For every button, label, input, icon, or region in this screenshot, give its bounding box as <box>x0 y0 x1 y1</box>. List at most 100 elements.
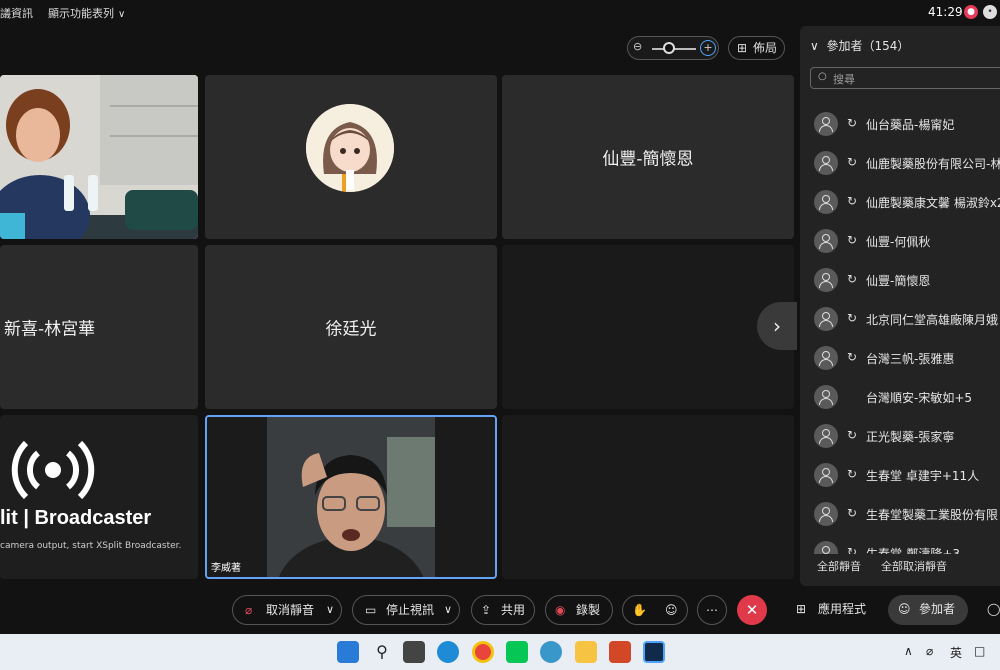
participant-row[interactable]: 台灣順安-宋敏如+5 <box>800 379 1000 417</box>
unmute-all-button[interactable]: 全部取消靜音 <box>881 558 947 574</box>
next-page-button[interactable]: › <box>757 302 797 350</box>
participant-name: 生春堂-鄭濤隆+3 <box>866 547 961 554</box>
video-tile-participant-name-only[interactable]: 徐廷光 <box>205 245 497 409</box>
lock-icon[interactable]: • <box>983 5 997 19</box>
zoom-out-icon[interactable]: ⊖ <box>633 40 647 54</box>
participant-row[interactable]: ↻ 仙鹿製藥康文馨 楊淑鈴x2 <box>800 184 1000 222</box>
participant-avatar-icon <box>814 424 838 448</box>
chevron-down-icon[interactable]: ∨ <box>444 596 452 624</box>
menu-show-menubar[interactable]: 顯示功能表列 ∨ <box>48 5 125 21</box>
zoom-knob[interactable] <box>663 42 675 54</box>
input-method-indicator[interactable]: 英 <box>950 644 962 661</box>
chat-button[interactable]: ◯ <box>985 595 1000 625</box>
participant-avatar-icon <box>814 151 838 175</box>
video-feed-image <box>207 417 495 577</box>
chrome-browser-icon[interactable] <box>472 641 494 663</box>
stop-video-label: 停止視訊 <box>386 603 435 617</box>
network-app-icon[interactable] <box>540 641 562 663</box>
participants-button[interactable]: ☺ 參加者 <box>888 595 968 625</box>
participant-avatar-icon <box>814 541 838 554</box>
broadcaster-subtitle: camera output, start XSplit Broadcaster. <box>0 541 182 551</box>
stop-video-button[interactable]: ▭ 停止視訊 ∨ <box>352 595 460 625</box>
more-options-button[interactable]: ⋯ <box>697 595 727 625</box>
chevron-up-icon[interactable]: ∧ <box>904 644 913 658</box>
close-icon: ✕ <box>745 601 759 619</box>
video-tile-avatar-participant[interactable] <box>205 75 497 239</box>
connection-icon: ↻ <box>847 350 858 364</box>
search-icon: ○ <box>818 71 827 82</box>
connection-icon: ↻ <box>847 155 858 169</box>
task-view-icon[interactable] <box>403 641 425 663</box>
participant-name: 生春堂 卓建宇+11人 <box>866 469 980 483</box>
participant-avatar-icon <box>814 268 838 292</box>
layout-button[interactable]: ⊞ 佈局 <box>728 36 785 60</box>
participant-avatar-icon <box>814 112 838 136</box>
avatar <box>306 104 394 192</box>
record-label: 錄製 <box>576 603 601 617</box>
windows-taskbar: ⚲ ∧ ⌀ 英 □ <box>0 634 1000 670</box>
chevron-right-icon: › <box>773 314 781 338</box>
apps-label: 應用程式 <box>818 602 867 616</box>
search-icon[interactable]: ⚲ <box>371 641 393 663</box>
participant-avatar-icon <box>814 502 838 526</box>
participant-row[interactable]: ↻ 台灣三帆-張雅惠 <box>800 340 1000 378</box>
participant-row[interactable]: ↻ 北京同仁堂高雄廠陳月娥 <box>800 301 1000 339</box>
connection-icon: ↻ <box>847 467 858 481</box>
more-icon: ⋯ <box>706 603 718 617</box>
start-menu-icon[interactable] <box>337 641 359 663</box>
chevron-down-icon: ∨ <box>118 9 126 20</box>
end-call-button[interactable]: ✕ <box>737 595 767 625</box>
mute-all-button[interactable]: 全部靜音 <box>817 558 861 574</box>
reactions-button[interactable]: ✋ ☺ <box>622 595 688 625</box>
participant-avatar-icon <box>814 385 838 409</box>
participant-row[interactable]: ↻ 仙台藥品-楊甯妃 <box>800 106 1000 144</box>
connection-icon: ↻ <box>847 116 858 130</box>
person-icon: ☺ <box>898 602 911 616</box>
menu-meeting-info[interactable]: 議資訊 <box>0 5 33 21</box>
video-tile-participant-name-only[interactable]: 仙豐-簡懷恩 <box>502 75 794 239</box>
video-tile-camera-woman[interactable] <box>0 75 198 239</box>
chevron-down-icon: ∨ <box>810 39 819 53</box>
zoom-in-icon[interactable]: + <box>700 40 716 56</box>
participants-header[interactable]: ∨ 參加者（154） <box>810 37 909 54</box>
share-button[interactable]: ⇪ 共用 <box>471 595 535 625</box>
line-app-icon[interactable] <box>506 641 528 663</box>
participant-row[interactable]: ↻ 生春堂製藥工業股份有限 <box>800 496 1000 534</box>
chevron-down-icon[interactable]: ∨ <box>326 596 334 624</box>
participant-row[interactable]: ↻ 仙豐-何佩秋 <box>800 223 1000 261</box>
meeting-timer: 41:29 <box>928 5 963 19</box>
participant-avatar-icon <box>814 229 838 253</box>
microphone-muted-icon[interactable]: ⌀ <box>926 644 933 658</box>
participant-row[interactable]: ↻ 生春堂 卓建宇+11人 <box>800 457 1000 495</box>
video-tile-participant-name-only[interactable]: 新喜-林宮華 <box>0 245 198 409</box>
connection-icon: ↻ <box>847 428 858 442</box>
webex-app-icon[interactable] <box>643 641 665 663</box>
video-tile-xsplit-broadcaster[interactable]: lit | Broadcaster camera output, start X… <box>0 415 198 579</box>
top-bar: 議資訊 顯示功能表列 ∨ 41:29 ● • <box>0 0 1000 26</box>
broadcaster-title: lit | Broadcaster <box>0 507 152 529</box>
powerpoint-icon[interactable] <box>609 641 631 663</box>
zoom-slider[interactable]: ⊖ + <box>627 36 719 60</box>
participant-name: 正光製藥-張家寧 <box>866 430 955 444</box>
unmute-button[interactable]: ⌀ 取消靜音 ∨ <box>232 595 342 625</box>
network-icon[interactable]: □ <box>974 644 985 658</box>
participant-list: ↻ 仙台藥品-楊甯妃 ↻ 仙鹿製藥股份有限公司-林 ↻ 仙鹿製藥康文馨 楊淑鈴x2 ↻… <box>800 106 1000 554</box>
participants-label: 參加者 <box>919 602 956 616</box>
participant-row[interactable]: ↻ 仙鹿製藥股份有限公司-林 <box>800 145 1000 183</box>
participant-search-input[interactable]: ○ 搜尋 <box>810 67 1000 89</box>
participant-row[interactable]: ↻ 仙豐-簡懷恩 <box>800 262 1000 300</box>
share-screen-icon: ⇪ <box>481 603 492 617</box>
file-explorer-icon[interactable] <box>575 641 597 663</box>
grid-icon: ⊞ <box>737 41 748 55</box>
edge-browser-icon[interactable] <box>437 641 459 663</box>
participant-row[interactable]: ↻ 生春堂-鄭濤隆+3 <box>800 535 1000 554</box>
participant-name: 仙豐-何佩秋 <box>866 235 931 249</box>
participant-name: 仙鹿製藥股份有限公司-林 <box>866 157 1000 171</box>
apps-button[interactable]: ⊞ 應用程式 <box>790 595 872 625</box>
participant-row[interactable]: ↻ 正光製藥-張家寧 <box>800 418 1000 456</box>
record-button[interactable]: ◉ 錄製 <box>545 595 613 625</box>
video-tile-active-speaker[interactable]: 李威著 <box>205 415 497 579</box>
recording-indicator-icon: ● <box>964 5 978 19</box>
search-placeholder: 搜尋 <box>833 73 855 86</box>
record-icon: ◉ <box>555 603 566 617</box>
